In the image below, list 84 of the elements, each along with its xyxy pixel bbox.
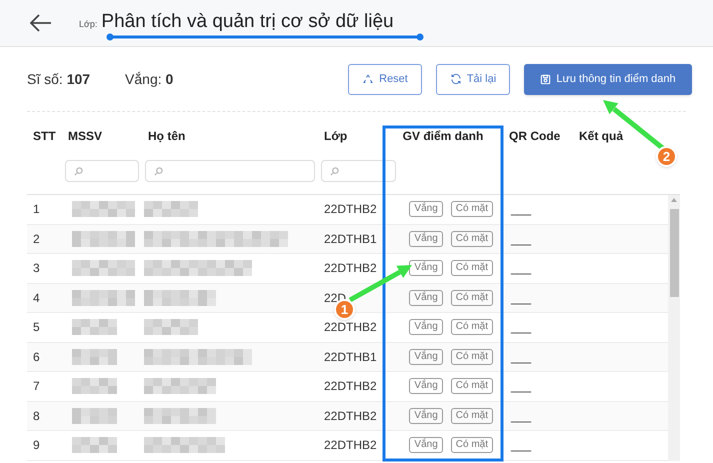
table-cell-text: 22DTHB2	[323, 378, 377, 396]
pixelated-redaction	[144, 378, 216, 394]
table-cell-text: ___	[510, 290, 532, 307]
stat-text: Vắng: 0	[125, 70, 174, 89]
save-icon	[540, 74, 552, 84]
table-cell-text: 3	[32, 260, 40, 278]
table-cell-text: ___	[510, 260, 532, 278]
refresh-icon	[450, 73, 462, 85]
pixelated-redaction	[72, 437, 117, 454]
table-cell-text: 22DTHB1	[323, 348, 377, 366]
search-icon	[330, 166, 339, 176]
save-button[interactable]: Lưu thông tin điểm danh	[524, 64, 692, 94]
present-button[interactable]: Có mặt	[450, 348, 493, 365]
column-header: Kết quả	[579, 128, 624, 145]
table-cell-text: 7	[32, 378, 40, 396]
table-cell-text: 22DTHB1	[323, 230, 377, 248]
present-button[interactable]: Có mặt	[450, 437, 493, 454]
present-button[interactable]: Có mặt	[450, 201, 493, 218]
scrollbar[interactable]	[668, 195, 680, 461]
pixelated-redaction	[144, 319, 198, 336]
class-label: Lớp:	[79, 18, 98, 32]
pixelated-redaction	[72, 378, 117, 394]
pixelated-redaction	[72, 408, 117, 424]
table-cell-text: ___	[510, 319, 532, 336]
table-cell-text: ___	[510, 378, 532, 396]
pixelated-redaction	[72, 348, 117, 365]
present-button[interactable]: Có mặt	[450, 260, 493, 276]
search-icon	[154, 166, 163, 176]
table-cell-text: 4	[32, 290, 40, 307]
present-button[interactable]: Có mặt	[450, 230, 493, 247]
scroll-thumb[interactable]	[670, 209, 678, 297]
pixelated-redaction	[72, 319, 117, 336]
table-cell-text: ___	[510, 230, 532, 248]
absent-button[interactable]: Vắng	[409, 348, 443, 365]
pixelated-redaction	[144, 201, 198, 218]
filter-field[interactable]	[145, 160, 315, 182]
column-header: Lớp	[324, 128, 348, 145]
filter-field[interactable]	[321, 160, 396, 182]
table-cell-text: 2	[32, 230, 40, 248]
reset-button[interactable]: Reset	[348, 64, 422, 94]
pixelated-redaction	[72, 230, 135, 247]
table-cell-text: ___	[510, 408, 532, 425]
page-title: Phân tích và quản trị cơ sở dữ liệu	[101, 12, 394, 30]
present-button[interactable]: Có mặt	[450, 319, 493, 336]
table-cell-text: 5	[32, 319, 40, 336]
absent-button[interactable]: Vắng	[409, 408, 443, 424]
table-cell-text: 6	[32, 348, 40, 366]
absent-button[interactable]: Vắng	[409, 290, 443, 306]
table-cell-text: 9	[32, 437, 40, 454]
absent-button[interactable]: Vắng	[409, 201, 443, 218]
table-cell-text: 22DTHB2	[323, 408, 377, 425]
absent-button[interactable]: Vắng	[409, 437, 443, 454]
column-header: Họ tên	[148, 128, 186, 145]
recycle-icon	[362, 73, 374, 85]
pixelated-redaction	[72, 260, 135, 276]
table-cell-text: 8	[32, 408, 40, 425]
column-header: STT	[33, 128, 56, 145]
absent-button[interactable]: Vắng	[409, 319, 443, 336]
table-cell-text: 22DTHB2	[323, 319, 377, 336]
reload-button[interactable]: Tải lại	[436, 64, 510, 94]
table-cell-text: 22DTHB2	[323, 437, 377, 454]
back-arrow-icon[interactable]	[30, 14, 52, 32]
present-button[interactable]: Có mặt	[450, 378, 493, 394]
pixelated-redaction	[72, 201, 135, 218]
table-cell-text: ___	[510, 201, 532, 218]
stat-text: Sĩ số: 107	[27, 70, 90, 88]
filter-field[interactable]	[65, 160, 139, 182]
table-cell-text: ___	[510, 437, 532, 454]
column-header: GV điểm danh	[402, 128, 484, 145]
pixelated-redaction	[72, 290, 135, 306]
search-icon	[74, 166, 83, 176]
step-badge: 2	[656, 146, 677, 167]
pixelated-redaction	[144, 290, 216, 306]
table-cell-text: 22DTHB2	[323, 260, 377, 278]
absent-button[interactable]: Vắng	[409, 230, 443, 247]
absent-button[interactable]: Vắng	[409, 378, 443, 394]
table-cell-text: 22DTHB2	[323, 201, 377, 218]
pixelated-redaction	[144, 408, 216, 424]
column-header: QR Code	[509, 128, 560, 145]
present-button[interactable]: Có mặt	[450, 408, 493, 424]
column-header: MSSV	[68, 128, 102, 145]
table-cell-text: ___	[510, 348, 532, 366]
present-button[interactable]: Có mặt	[450, 290, 493, 306]
table-cell-text: 1	[32, 201, 40, 218]
